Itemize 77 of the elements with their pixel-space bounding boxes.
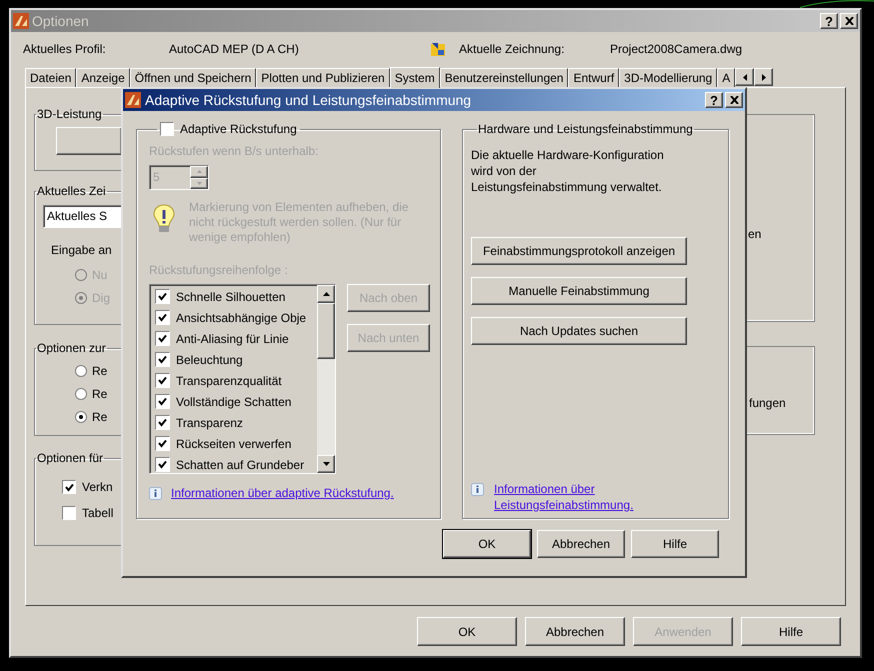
scroll-down-icon[interactable]: [317, 455, 335, 473]
spin-down-icon[interactable]: [190, 178, 208, 189]
scroll-up-icon[interactable]: [317, 285, 335, 303]
app-icon: [13, 13, 29, 29]
spin-up-icon[interactable]: [190, 166, 208, 178]
option-text: en: [747, 226, 762, 243]
profile-value: AutoCAD MEP (D A CH): [169, 41, 300, 58]
dialog-button[interactable]: Hilfe: [741, 617, 841, 646]
tab[interactable]: Benutzereinstellungen: [440, 68, 568, 87]
drawing-value: Project2008Camera.dwg: [610, 41, 742, 58]
tab[interactable]: Dateien: [25, 68, 76, 87]
close-button[interactable]: [725, 92, 743, 108]
radio-label: Re: [92, 386, 108, 402]
check-icon: [158, 439, 167, 448]
tab[interactable]: A: [717, 68, 736, 87]
scroll-bar[interactable]: [317, 285, 335, 473]
tab[interactable]: Anzeige: [76, 68, 130, 87]
tab[interactable]: System: [390, 67, 440, 88]
dialog-button[interactable]: Abbrechen: [525, 617, 625, 646]
tab[interactable]: Plotten und Publizieren: [256, 68, 390, 87]
tab[interactable]: Öffnen und Speichern: [130, 68, 256, 87]
dialog-button[interactable]: Abbrechen: [537, 530, 625, 558]
info-icon: [471, 483, 484, 496]
check-icon: [158, 376, 167, 385]
tab-scroll-right-icon[interactable]: [754, 68, 774, 86]
tuning-button[interactable]: Feinabstimmungsprotokoll anzeigen: [471, 237, 687, 265]
checkbox[interactable]: [62, 480, 76, 494]
info-icon: [149, 486, 162, 500]
tab[interactable]: 3D-Modellierung: [619, 68, 718, 87]
group-title: Aktuelles Zei: [36, 184, 107, 198]
group-title: 3D-Leistung: [36, 107, 103, 121]
check-icon: [158, 355, 167, 364]
checkbox-label: Adaptive Rückstufung: [180, 121, 297, 138]
dialog-button[interactable]: Hilfe: [631, 530, 719, 558]
window-title: Adaptive Rückstufung und Leistungsfeinabstimmung: [145, 90, 472, 110]
scroll-thumb[interactable]: [317, 303, 335, 359]
checkbox[interactable]: [62, 506, 76, 520]
tuning-button[interactable]: Nach Updates suchen: [471, 317, 687, 345]
drawing-label: Aktuelle Zeichnung:: [459, 41, 566, 58]
group-title: Optionen für: [36, 451, 104, 465]
checkbox-label: Tabell: [82, 505, 114, 522]
lightbulb-icon: [153, 204, 175, 234]
tuning-button[interactable]: Manuelle Feinabstimmung: [471, 277, 687, 305]
close-icon: [730, 96, 738, 104]
check-icon: [158, 418, 167, 427]
radio-button[interactable]: [75, 388, 87, 400]
check-icon: [64, 482, 74, 492]
dialog-button[interactable]: OK: [443, 530, 531, 558]
check-icon: [158, 313, 167, 322]
option-text: fungen: [748, 395, 787, 412]
radio-label: Re: [92, 408, 108, 426]
tab-scroll-left-icon[interactable]: [735, 68, 754, 86]
check-icon: [158, 460, 167, 469]
check-icon: [158, 334, 167, 343]
profile-label: Aktuelles Profil:: [23, 41, 107, 58]
group-title: Optionen zur: [36, 341, 107, 355]
info-link[interactable]: Informationen über Leistungsfeinabstimmung.: [494, 481, 634, 513]
checkbox-label: Verkn: [82, 479, 113, 496]
radio-button[interactable]: [75, 410, 87, 422]
help-button[interactable]: ?: [705, 92, 723, 108]
app-icon: [125, 92, 141, 108]
radio-label: Re: [92, 362, 108, 380]
close-button[interactable]: [840, 13, 858, 29]
panel-button[interactable]: [56, 127, 122, 155]
tab[interactable]: Entwurf: [568, 68, 620, 87]
hardware-text: Die aktuelle Hardware-Konfiguration wird von der Leistungsfeinabstimmung verwaltet.: [471, 147, 665, 195]
radio-button[interactable]: [75, 364, 87, 376]
drawing-file-icon: [430, 41, 446, 57]
help-button[interactable]: ?: [820, 13, 838, 29]
check-icon: [158, 292, 167, 301]
group-title: Hardware und Leistungsfeinabstimmung: [477, 121, 694, 138]
check-icon: [158, 397, 167, 406]
input-label: Eingabe an: [51, 242, 113, 259]
close-icon: [844, 17, 854, 25]
window-title: Optionen: [32, 12, 90, 31]
dropdown-field[interactable]: Aktuelles S: [43, 205, 122, 228]
dialog-button[interactable]: OK: [417, 617, 517, 646]
